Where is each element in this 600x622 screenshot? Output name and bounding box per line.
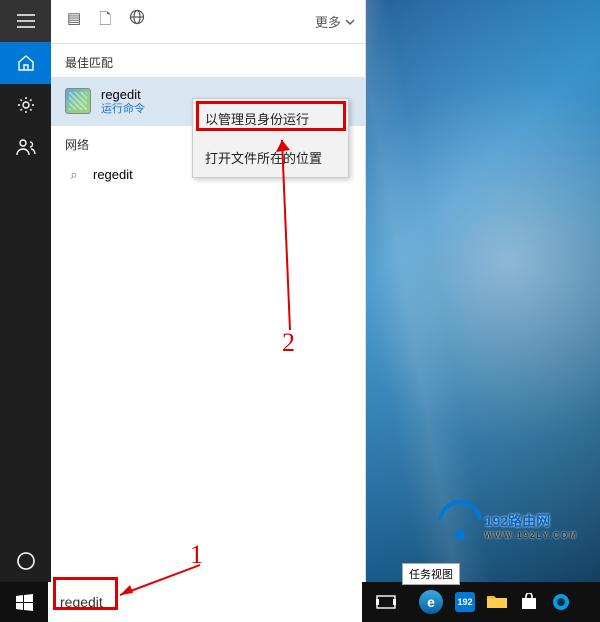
taskbar-store[interactable]: [514, 582, 544, 622]
taskbar-app-badge[interactable]: 192: [450, 582, 480, 622]
documents-filter-icon[interactable]: 🗋: [99, 9, 111, 34]
annotation-label-1: 1: [190, 540, 203, 570]
taskbar-edge[interactable]: e: [414, 582, 448, 622]
apps-filter-icon[interactable]: ▤: [67, 9, 81, 34]
circle-icon: [551, 592, 571, 612]
sidebar-cortana[interactable]: [0, 540, 51, 582]
result-name: regedit: [101, 87, 145, 103]
start-button[interactable]: [0, 582, 48, 622]
start-sidebar: [0, 0, 51, 582]
badge-icon: 192: [455, 592, 475, 612]
watermark-wifi-icon: [441, 510, 479, 540]
gear-icon: [17, 96, 35, 114]
taskbar-search-input[interactable]: regedit: [48, 582, 362, 622]
edge-icon: e: [419, 590, 443, 614]
taskbar-explorer[interactable]: [482, 582, 512, 622]
folder-icon: [487, 594, 507, 610]
person-icon: [16, 138, 36, 156]
more-label: 更多: [315, 12, 341, 31]
store-icon: [520, 593, 538, 611]
hamburger-menu[interactable]: [0, 0, 51, 42]
taskview-icon: [376, 595, 396, 609]
taskview-tooltip: 任务视图: [402, 563, 460, 585]
search-results-panel: ▤ 🗋 更多 最佳匹配 regedit 运行命令 网络 ⌕ regedit: [51, 0, 366, 582]
search-filter-row: ▤ 🗋 更多: [51, 0, 365, 44]
cortana-icon: [16, 551, 36, 571]
ctx-run-as-admin[interactable]: 以管理员身份运行: [193, 99, 348, 138]
best-match-section-label: 最佳匹配: [51, 44, 365, 77]
result-subtitle: 运行命令: [101, 103, 145, 116]
windows-icon: [16, 594, 33, 611]
chevron-down-icon: [345, 19, 355, 25]
web-filter-icon[interactable]: [129, 9, 145, 34]
taskbar: regedit e 192: [0, 582, 600, 622]
search-icon: ⌕: [65, 167, 83, 183]
annotation-label-2: 2: [282, 328, 295, 358]
watermark-text: 192路由网 WWW.192LY.COM: [485, 511, 578, 540]
result-name: regedit: [93, 167, 133, 182]
menu-icon: [17, 14, 35, 28]
watermark: 192路由网 WWW.192LY.COM: [441, 510, 578, 540]
more-filters-dropdown[interactable]: 更多: [315, 12, 355, 31]
ctx-open-file-location[interactable]: 打开文件所在的位置: [193, 138, 348, 177]
regedit-icon: [65, 88, 91, 114]
sidebar-settings[interactable]: [0, 84, 51, 126]
sidebar-people[interactable]: [0, 126, 51, 168]
taskbar-app-circle[interactable]: [546, 582, 576, 622]
taskbar-pinned-apps: e 192: [414, 582, 576, 622]
sidebar-home[interactable]: [0, 42, 51, 84]
home-icon: [17, 54, 35, 72]
taskview-button[interactable]: [362, 582, 410, 622]
context-menu: 以管理员身份运行 打开文件所在的位置: [192, 98, 349, 178]
search-input-value: regedit: [60, 594, 103, 610]
